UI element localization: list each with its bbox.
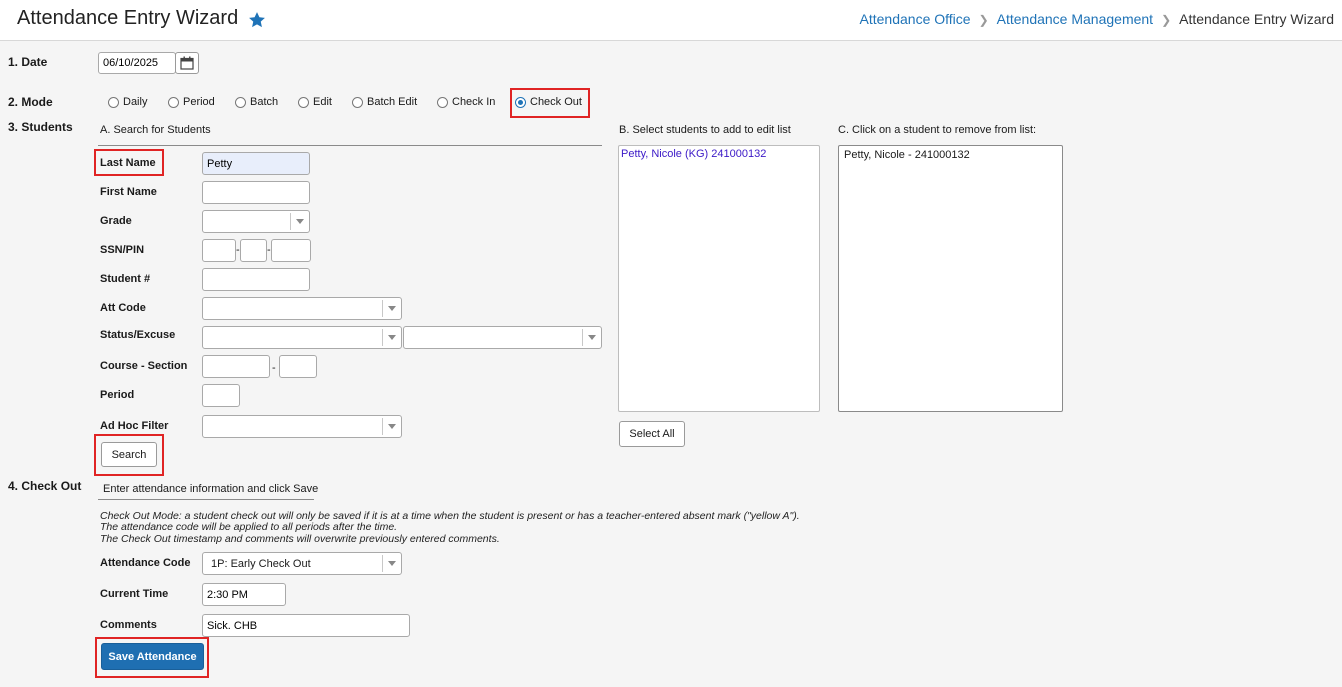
radio-circle-selected[interactable] (515, 96, 526, 108)
section-input[interactable] (279, 355, 317, 378)
attendance-code-value: 1P: Early Check Out (211, 558, 311, 570)
chevron-down-icon (582, 329, 601, 346)
mode-radio-daily[interactable]: Daily (108, 96, 147, 108)
mode-option-label: Edit (313, 96, 332, 108)
mode-option-label: Check In (452, 96, 496, 108)
ssn-part2-input[interactable] (240, 239, 267, 262)
date-input[interactable] (98, 52, 176, 74)
list-item[interactable]: Petty, Nicole (KG) 241000132 (621, 148, 766, 160)
radio-circle[interactable] (298, 96, 309, 108)
course-input[interactable] (202, 355, 270, 378)
list-item[interactable]: Petty, Nicole - 241000132 (844, 149, 970, 161)
divider (98, 499, 314, 500)
chevron-down-icon (382, 418, 401, 435)
ssn-part3-input[interactable] (271, 239, 311, 262)
grade-select[interactable] (202, 210, 310, 233)
last-name-label: Last Name (100, 157, 156, 169)
att-code-select[interactable] (202, 297, 402, 320)
mode-option-label: Daily (123, 96, 148, 108)
mode-section-label: 2. Mode (8, 95, 53, 109)
current-time-label: Current Time (100, 588, 169, 600)
current-time-input[interactable] (202, 583, 286, 606)
checkout-note: The attendance code will be applied to a… (100, 521, 398, 533)
attendance-code-label: Attendance Code (100, 557, 191, 569)
mode-option-label: Period (183, 96, 215, 108)
chevron-down-icon (290, 213, 309, 230)
breadcrumb-current: Attendance Entry Wizard (1179, 11, 1334, 27)
status-select[interactable] (202, 326, 402, 349)
comments-label: Comments (100, 619, 157, 631)
checkout-subheading: Enter attendance information and click S… (103, 483, 319, 495)
last-name-input[interactable] (202, 152, 310, 175)
select-heading: B. Select students to add to edit list (619, 124, 791, 136)
mode-radio-batch-edit[interactable]: Batch Edit (352, 96, 417, 108)
checkout-section-label: 4. Check Out (8, 479, 82, 493)
favorite-star-icon[interactable] (247, 10, 267, 30)
page-title: Attendance Entry Wizard (17, 7, 239, 29)
search-heading: A. Search for Students (100, 124, 211, 136)
breadcrumb-attendance-management[interactable]: Attendance Management (997, 11, 1153, 27)
mode-radio-check-out[interactable]: Check Out (515, 96, 582, 108)
excuse-select[interactable] (403, 326, 602, 349)
chevron-right-icon: ❯ (1161, 13, 1172, 27)
radio-circle[interactable] (437, 96, 448, 108)
checkout-note: The Check Out timestamp and comments wil… (100, 533, 500, 545)
first-name-label: First Name (100, 186, 157, 198)
ssn-label: SSN/PIN (100, 244, 145, 256)
chevron-down-icon (382, 555, 401, 572)
mode-radio-check-in[interactable]: Check In (437, 96, 495, 108)
chevron-down-icon (382, 329, 401, 346)
period-input[interactable] (202, 384, 240, 407)
att-code-label: Att Code (100, 302, 146, 314)
radio-circle[interactable] (235, 96, 246, 108)
remove-heading: C. Click on a student to remove from lis… (838, 124, 1037, 136)
mode-option-label: Batch (250, 96, 279, 108)
comments-input[interactable] (202, 614, 410, 637)
page-header: Attendance Entry Wizard Attendance Offic… (0, 0, 1342, 41)
ad-hoc-filter-select[interactable] (202, 415, 402, 438)
mode-option-label: Check Out (530, 96, 582, 108)
calendar-button[interactable] (175, 52, 199, 74)
status-excuse-label: Status/Excuse (100, 329, 176, 341)
date-section-label: 1. Date (8, 55, 48, 69)
mode-radio-period[interactable]: Period (168, 96, 215, 108)
student-number-input[interactable] (202, 268, 310, 291)
ad-hoc-filter-label: Ad Hoc Filter (100, 420, 169, 432)
calendar-icon (180, 56, 194, 70)
selected-students-list: Petty, Nicole - 241000132 (838, 145, 1063, 412)
chevron-down-icon (382, 300, 401, 317)
grade-label: Grade (100, 215, 132, 227)
mode-radio-batch[interactable]: Batch (235, 96, 278, 108)
breadcrumb: Attendance Office ❯ Attendance Management ❯… (860, 11, 1334, 27)
course-section-label: Course - Section (100, 360, 188, 372)
attendance-code-select[interactable]: 1P: Early Check Out (202, 552, 402, 575)
chevron-right-icon: ❯ (978, 13, 989, 27)
select-all-button[interactable]: Select All (619, 421, 685, 447)
mode-option-label: Batch Edit (367, 96, 418, 108)
period-label: Period (100, 389, 135, 401)
divider (98, 145, 602, 146)
search-results-list: Petty, Nicole (KG) 241000132 (618, 145, 820, 412)
radio-circle[interactable] (108, 96, 119, 108)
radio-circle[interactable] (168, 96, 179, 108)
students-section-label: 3. Students (8, 120, 73, 134)
search-button[interactable]: Search (101, 442, 157, 467)
course-section-separator: - (272, 362, 276, 374)
breadcrumb-attendance-office[interactable]: Attendance Office (860, 11, 971, 27)
radio-circle[interactable] (352, 96, 363, 108)
first-name-input[interactable] (202, 181, 310, 204)
ssn-part1-input[interactable] (202, 239, 236, 262)
student-number-label: Student # (100, 273, 151, 285)
save-attendance-button[interactable]: Save Attendance (101, 643, 204, 670)
mode-radio-edit[interactable]: Edit (298, 96, 332, 108)
